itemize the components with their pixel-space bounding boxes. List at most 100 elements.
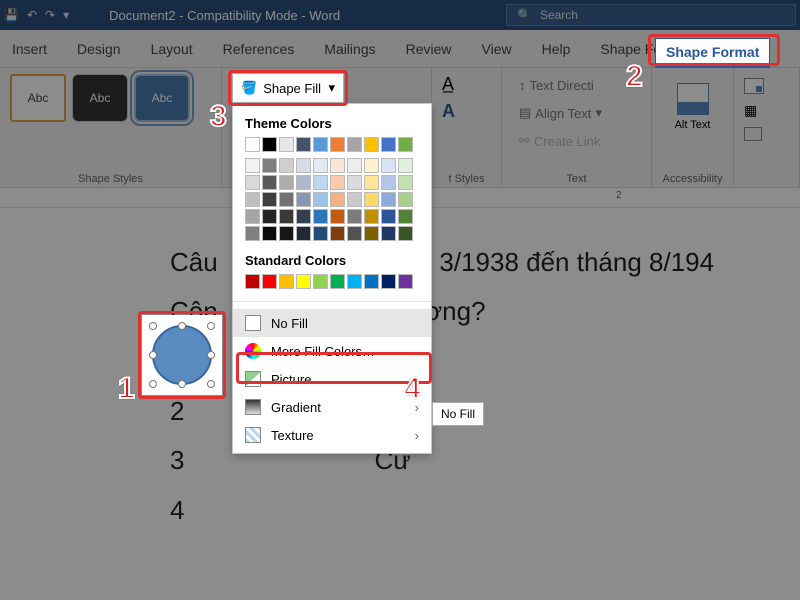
color-swatch[interactable] [330,158,345,173]
color-swatch[interactable] [347,175,362,190]
color-swatch[interactable] [279,192,294,207]
color-swatch[interactable] [279,137,294,152]
tab-design[interactable]: Design [73,35,125,63]
color-swatch[interactable] [245,226,260,241]
gradient-fill-item[interactable]: Gradient › [233,393,431,421]
color-swatch[interactable] [398,192,413,207]
color-swatch[interactable] [245,274,260,289]
text-direction-button[interactable]: ↕Text Directi [512,74,601,97]
color-swatch[interactable] [398,137,413,152]
color-swatch[interactable] [347,158,362,173]
color-swatch[interactable] [381,209,396,224]
color-swatch[interactable] [330,175,345,190]
color-swatch[interactable] [313,137,328,152]
save-icon[interactable]: 💾 [4,8,19,22]
color-swatch[interactable] [262,175,277,190]
color-swatch[interactable] [330,137,345,152]
color-swatch[interactable] [398,274,413,289]
tab-layout[interactable]: Layout [147,35,197,63]
color-swatch[interactable] [313,158,328,173]
color-swatch[interactable] [381,137,396,152]
tab-references[interactable]: References [219,35,299,63]
color-swatch[interactable] [245,137,260,152]
color-swatch[interactable] [245,158,260,173]
color-swatch[interactable] [347,192,362,207]
color-swatch[interactable] [381,226,396,241]
color-swatch[interactable] [262,209,277,224]
color-swatch[interactable] [262,192,277,207]
color-swatch[interactable] [262,137,277,152]
tab-review[interactable]: Review [402,35,456,63]
color-swatch[interactable] [364,137,379,152]
color-swatch[interactable] [313,192,328,207]
tab-help[interactable]: Help [538,35,575,63]
color-swatch[interactable] [347,226,362,241]
color-swatch[interactable] [381,192,396,207]
wrap-text-icon[interactable]: ▦ [744,102,757,119]
color-swatch[interactable] [279,226,294,241]
color-swatch[interactable] [313,175,328,190]
text-fill-icon[interactable]: A̲ [442,74,454,95]
color-swatch[interactable] [296,274,311,289]
color-swatch[interactable] [296,137,311,152]
color-swatch[interactable] [313,209,328,224]
align-text-button[interactable]: ▤Align Text▾ [512,101,609,125]
color-swatch[interactable] [330,209,345,224]
search-box[interactable]: 🔍 Search [506,4,796,26]
color-swatch[interactable] [279,175,294,190]
color-swatch[interactable] [313,274,328,289]
tab-view[interactable]: View [478,35,516,63]
color-swatch[interactable] [262,274,277,289]
color-swatch[interactable] [398,209,413,224]
color-swatch[interactable] [296,192,311,207]
quick-access-toolbar: 💾 ↶ ↷ ▾ [4,8,69,22]
color-swatch[interactable] [381,274,396,289]
shape-style-2[interactable]: Abc [72,74,128,122]
undo-icon[interactable]: ↶ [27,8,37,22]
color-swatch[interactable] [398,175,413,190]
color-swatch[interactable] [279,274,294,289]
color-swatch[interactable] [398,158,413,173]
color-swatch[interactable] [364,192,379,207]
color-swatch[interactable] [245,209,260,224]
qat-chevron-icon[interactable]: ▾ [63,8,69,22]
texture-fill-item[interactable]: Texture › [233,421,431,449]
no-fill-item[interactable]: No Fill [233,309,431,337]
color-swatch[interactable] [245,192,260,207]
color-swatch[interactable] [381,175,396,190]
color-swatch[interactable] [347,137,362,152]
tab-insert[interactable]: Insert [8,35,51,63]
color-swatch[interactable] [364,175,379,190]
color-swatch[interactable] [364,209,379,224]
shape-style-1[interactable]: Abc [10,74,66,122]
color-swatch[interactable] [262,158,277,173]
color-swatch[interactable] [296,175,311,190]
color-swatch[interactable] [279,158,294,173]
color-swatch[interactable] [347,274,362,289]
color-swatch[interactable] [381,158,396,173]
color-swatch[interactable] [398,226,413,241]
color-swatch[interactable] [313,226,328,241]
color-swatch[interactable] [279,209,294,224]
color-swatch[interactable] [296,209,311,224]
color-swatch[interactable] [245,175,260,190]
color-swatch[interactable] [330,192,345,207]
color-swatch[interactable] [296,158,311,173]
text-outline-icon[interactable]: A [442,101,455,122]
color-swatch[interactable] [296,226,311,241]
accessibility-group: Alt Text Accessibility [652,68,734,187]
color-swatch[interactable] [262,226,277,241]
bring-forward-icon[interactable] [744,127,762,141]
shape-style-3[interactable]: Abc [134,74,190,122]
align-text-icon: ▤ [519,105,531,121]
color-swatch[interactable] [364,226,379,241]
redo-icon[interactable]: ↷ [45,8,55,22]
color-swatch[interactable] [364,274,379,289]
color-swatch[interactable] [364,158,379,173]
alt-text-button[interactable]: Alt Text [668,74,718,140]
tab-mailings[interactable]: Mailings [320,35,379,63]
color-swatch[interactable] [330,226,345,241]
color-swatch[interactable] [330,274,345,289]
position-icon[interactable] [744,78,764,94]
color-swatch[interactable] [347,209,362,224]
